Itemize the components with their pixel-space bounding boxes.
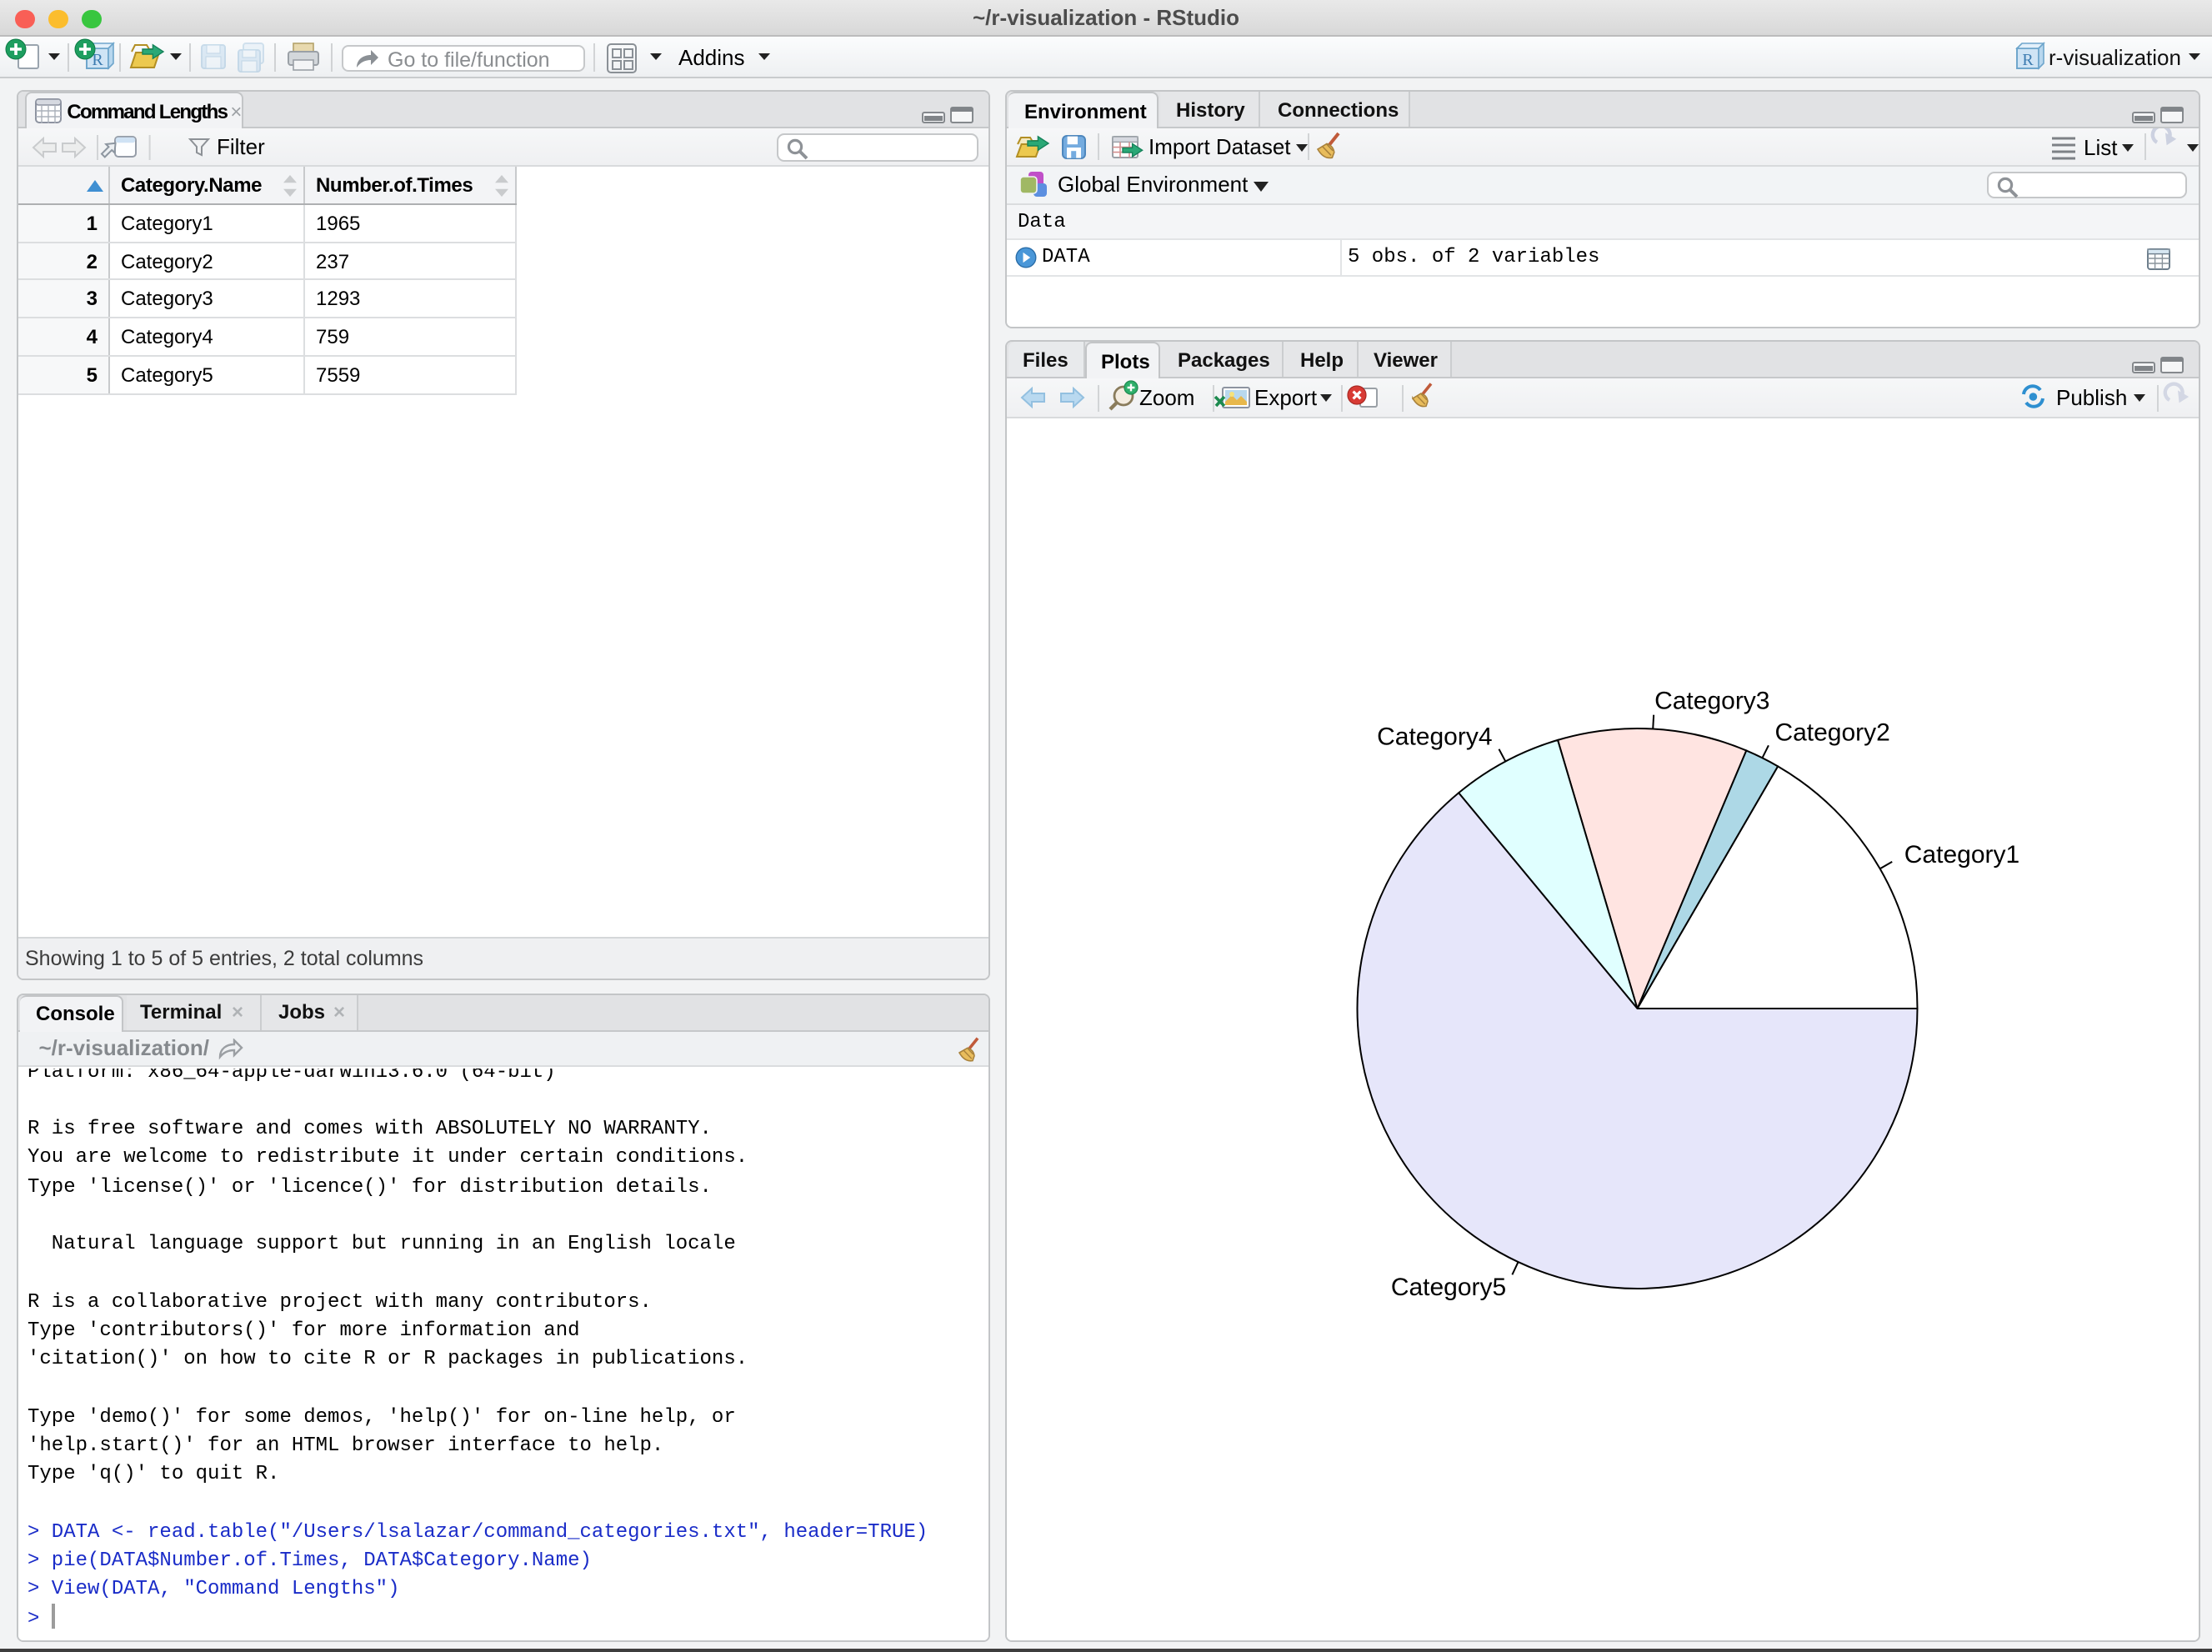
svg-text:Addins: Addins	[678, 45, 745, 70]
svg-text:R: R	[2022, 51, 2034, 69]
svg-text:Filter: Filter	[216, 135, 264, 160]
svg-text:Publish: Publish	[2055, 385, 2126, 410]
svg-text:Export: Export	[1254, 385, 1317, 410]
svg-text:Category4: Category4	[1376, 723, 1491, 750]
svg-text:Category1: Category1	[1904, 841, 2019, 869]
svg-text:Category2: Category2	[1774, 719, 1889, 747]
svg-text:Import Dataset: Import Dataset	[1148, 135, 1290, 160]
svg-text:List: List	[2083, 136, 2117, 161]
svg-text:Category5: Category5	[1390, 1274, 1505, 1301]
svg-text:Zoom: Zoom	[1139, 385, 1194, 410]
svg-text:Category3: Category3	[1654, 687, 1769, 714]
svg-text:r-visualization: r-visualization	[2049, 45, 2181, 70]
